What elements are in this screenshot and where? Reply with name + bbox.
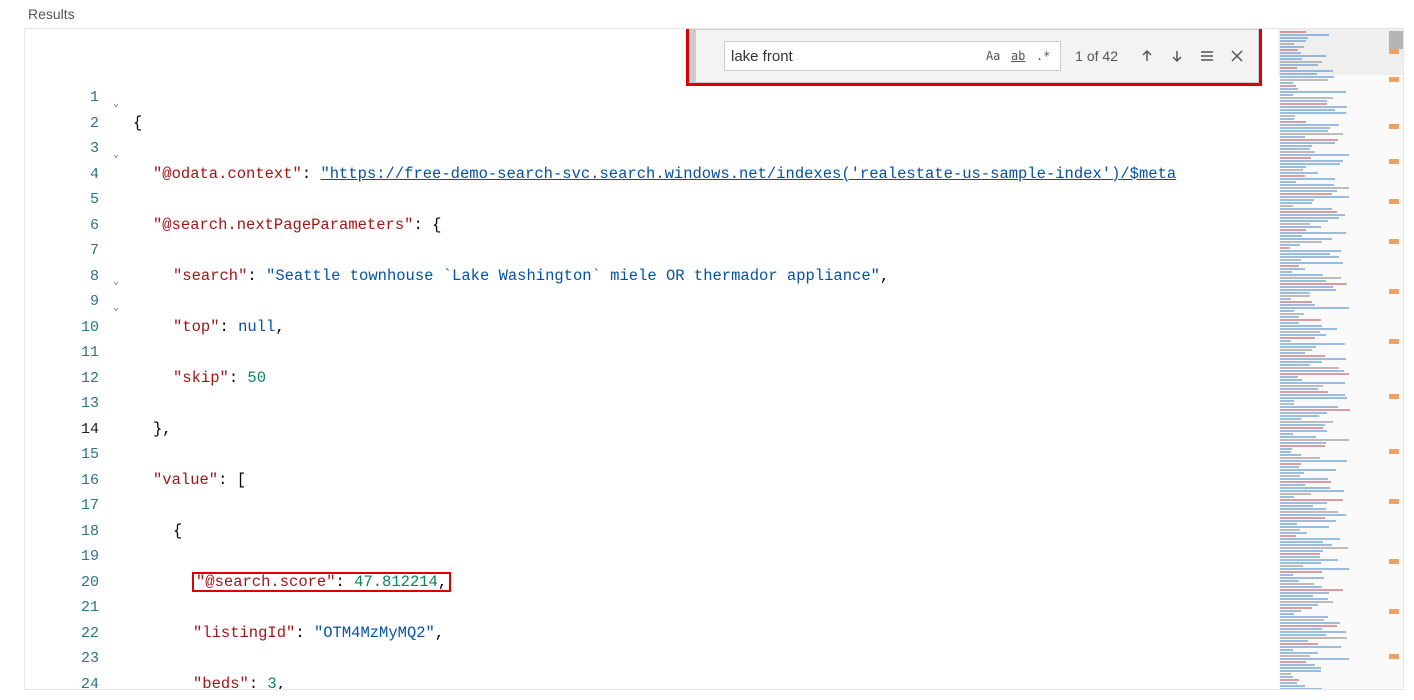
minimap[interactable]: // placeholder; actual tiny lines genera…: [1278, 29, 1403, 689]
json-key: "@odata.context": [153, 165, 302, 183]
brace: {: [432, 216, 441, 234]
brace: {: [133, 114, 142, 132]
line-number: 11: [25, 340, 105, 366]
json-key: "search": [173, 267, 247, 285]
line-number: 16: [25, 468, 105, 494]
line-number: 12: [25, 366, 105, 392]
json-key: "beds": [193, 675, 249, 690]
brace: },: [153, 420, 172, 438]
json-number: 3: [267, 675, 276, 690]
line-number: 3⌄: [25, 136, 105, 162]
code-editor[interactable]: Aa ab .* 1 of 42 1⌄ 2 3⌄ 4 5 6 7 8⌄ 9⌄ 1…: [24, 28, 1404, 690]
line-number: 8⌄: [25, 264, 105, 290]
json-key: "@search.nextPageParameters": [153, 216, 413, 234]
json-string-url: "https://free-demo-search-svc.search.win…: [320, 165, 1176, 183]
json-key: "top": [173, 318, 220, 336]
line-number: 24: [25, 672, 105, 691]
line-number: 13: [25, 391, 105, 417]
json-string: "OTM4MzMyMQ2": [314, 624, 435, 642]
bracket: [: [237, 471, 246, 489]
json-key: "@search.score": [196, 573, 336, 591]
line-number: 1⌄: [25, 85, 105, 111]
line-number: 19: [25, 544, 105, 570]
json-key: "skip": [173, 369, 229, 387]
line-number-gutter: 1⌄ 2 3⌄ 4 5 6 7 8⌄ 9⌄ 10 11 12 13 14 15 …: [25, 29, 105, 689]
line-number: 18: [25, 519, 105, 545]
line-number: 9⌄: [25, 289, 105, 315]
results-header: Results: [0, 0, 1414, 28]
line-number: 17: [25, 493, 105, 519]
json-number: 47.812214: [354, 573, 438, 591]
line-number: 23: [25, 646, 105, 672]
highlight-box: "@search.score": 47.812214,: [193, 573, 450, 591]
line-number: 5: [25, 187, 105, 213]
brace: {: [173, 522, 182, 540]
line-number: 15: [25, 442, 105, 468]
json-null: null: [238, 318, 275, 336]
code-content[interactable]: { "@odata.context": "https://free-demo-s…: [105, 29, 1278, 689]
line-number: 7: [25, 238, 105, 264]
line-number: 10: [25, 315, 105, 341]
line-number: 14: [25, 417, 105, 443]
line-number: 2: [25, 111, 105, 137]
json-key: "value": [153, 471, 218, 489]
json-string: "Seattle townhouse `Lake Washington` mie…: [266, 267, 880, 285]
line-number: 4: [25, 162, 105, 188]
line-number: 6: [25, 213, 105, 239]
line-number: 20: [25, 570, 105, 596]
json-number: 50: [247, 369, 266, 387]
line-number: 22: [25, 621, 105, 647]
json-key: "listingId": [193, 624, 295, 642]
line-number: 21: [25, 595, 105, 621]
